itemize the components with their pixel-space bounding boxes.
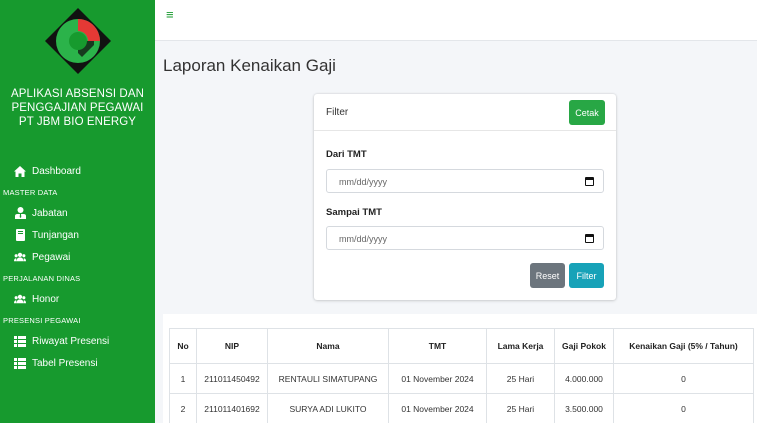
filter-button[interactable]: Filter [569, 263, 604, 288]
topbar: ≡ [155, 0, 757, 41]
col-header-gaji-pokok: Gaji Pokok [554, 328, 614, 364]
home-icon [14, 165, 26, 177]
cell-nip: 211011401692 [196, 393, 268, 423]
users-icon [14, 293, 26, 305]
sidebar-item-label: Jabatan [32, 207, 68, 219]
sidebar-item-label: Dashboard [32, 165, 81, 177]
section-perjalanan-dinas: PERJALANAN DINAS [3, 273, 81, 283]
cell-gaji-pokok: 3.500.000 [554, 393, 614, 423]
calendar-icon[interactable] [585, 234, 594, 243]
reset-button[interactable]: Reset [530, 263, 565, 288]
cell-kenaikan-gaji: 0 [613, 363, 754, 394]
cell-nip: 211011450492 [196, 363, 268, 394]
dari-tmt-label: Dari TMT [326, 149, 367, 160]
filter-card: Filter Cetak Dari TMT mm/dd/yyyy Sampai … [314, 94, 616, 300]
user-tie-icon [14, 207, 26, 219]
filter-header-label: Filter [326, 107, 349, 118]
page-title: Laporan Kenaikan Gaji [163, 56, 336, 75]
sidebar-nav: Dashboard MASTER DATA Jabatan Tunjangan … [0, 160, 155, 374]
cell-nama: RENTAULI SIMATUPANG [267, 363, 389, 394]
cell-lama-kerja: 25 Hari [486, 393, 555, 423]
book-icon [14, 229, 26, 241]
users-icon [14, 251, 26, 263]
date-placeholder: mm/dd/yyyy [339, 234, 388, 244]
col-header-lama-kerja: Lama Kerja [486, 328, 555, 364]
filter-card-header: Filter Cetak [314, 94, 616, 131]
cell-tmt: 01 November 2024 [388, 363, 487, 394]
table-row: 1 211011450492 RENTAULI SIMATUPANG 01 No… [169, 363, 754, 394]
sidebar-item-tunjangan[interactable]: Tunjangan [0, 224, 155, 246]
app-title: APLIKASI ABSENSI DAN PENGGAJIAN PEGAWAI … [0, 82, 155, 129]
section-presensi-pegawai: PRESENSI PEGAWAI [3, 315, 81, 325]
col-header-tmt: TMT [388, 328, 487, 364]
date-placeholder: mm/dd/yyyy [339, 177, 388, 187]
app-title-line: APLIKASI ABSENSI DAN [10, 88, 145, 100]
sidebar-item-pegawai[interactable]: Pegawai [0, 246, 155, 268]
sidebar-item-label: Tabel Presensi [32, 357, 98, 369]
sidebar-item-label: Honor [32, 293, 60, 305]
sidebar-item-riwayat-presensi[interactable]: Riwayat Presensi [0, 330, 155, 352]
cell-kenaikan-gaji: 0 [613, 393, 754, 423]
table-header-row: No NIP Nama TMT Lama Kerja Gaji Pokok Ke… [169, 328, 754, 364]
sidebar: APLIKASI ABSENSI DAN PENGGAJIAN PEGAWAI … [0, 0, 155, 423]
company-logo-icon [44, 8, 111, 74]
cell-tmt: 01 November 2024 [388, 393, 487, 423]
sidebar-item-tabel-presensi[interactable]: Tabel Presensi [0, 352, 155, 374]
col-header-nip: NIP [196, 328, 268, 364]
sidebar-item-label: Riwayat Presensi [32, 335, 110, 347]
col-header-no: No [169, 328, 197, 364]
col-header-nama: Nama [267, 328, 389, 364]
cell-no: 1 [169, 363, 197, 394]
section-master-data: MASTER DATA [3, 187, 58, 197]
sidebar-item-label: Pegawai [32, 251, 71, 263]
sidebar-item-honor[interactable]: Honor [0, 288, 155, 310]
report-table-card: No NIP Nama TMT Lama Kerja Gaji Pokok Ke… [163, 314, 757, 423]
col-header-kenaikan-gaji: Kenaikan Gaji (5% / Tahun) [613, 328, 754, 364]
cell-nama: SURYA ADI LUKITO [267, 393, 389, 423]
logo [0, 0, 155, 82]
list-icon [14, 335, 26, 347]
cell-lama-kerja: 25 Hari [486, 363, 555, 394]
app-title-line: PT JBM BIO ENERGY [18, 116, 137, 128]
sidebar-item-jabatan[interactable]: Jabatan [0, 202, 155, 224]
cell-no: 2 [169, 393, 197, 423]
menu-toggle-icon[interactable]: ≡ [166, 8, 174, 21]
dari-tmt-input[interactable]: mm/dd/yyyy [326, 169, 604, 193]
list-icon [14, 357, 26, 369]
calendar-icon[interactable] [585, 177, 594, 186]
sampai-tmt-input[interactable]: mm/dd/yyyy [326, 226, 604, 250]
sidebar-item-label: Tunjangan [32, 229, 79, 241]
app-title-line: PENGGAJIAN PEGAWAI [11, 102, 144, 114]
cetak-button[interactable]: Cetak [569, 100, 605, 125]
table-row: 2 211011401692 SURYA ADI LUKITO 01 Novem… [169, 393, 754, 423]
sidebar-item-dashboard[interactable]: Dashboard [0, 160, 155, 182]
salary-increase-table: No NIP Nama TMT Lama Kerja Gaji Pokok Ke… [169, 328, 754, 423]
cell-gaji-pokok: 4.000.000 [554, 363, 614, 394]
sampai-tmt-label: Sampai TMT [326, 207, 382, 218]
